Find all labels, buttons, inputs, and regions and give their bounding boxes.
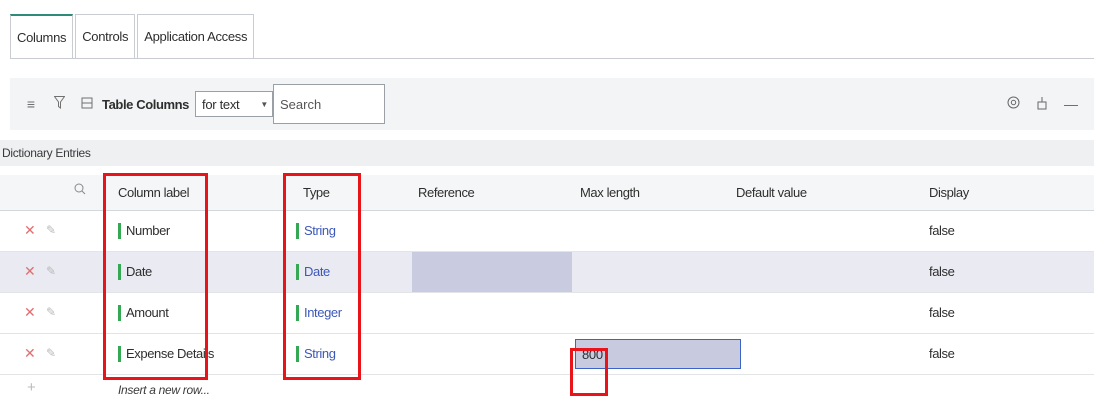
personalize-icon[interactable] xyxy=(1036,96,1048,113)
cell-type[interactable]: Date xyxy=(296,264,330,280)
cell-display[interactable]: false xyxy=(929,223,955,238)
tab-application-access[interactable]: Application Access xyxy=(137,14,255,58)
list-title: Table Columns xyxy=(102,96,190,112)
cell-type[interactable]: String xyxy=(296,346,336,362)
pencil-icon[interactable]: ✎ xyxy=(46,305,56,319)
header-max-length[interactable]: Max length xyxy=(580,185,640,200)
cell-column-label[interactable]: Amount xyxy=(118,305,169,321)
pencil-icon[interactable]: ✎ xyxy=(46,346,56,360)
search-placeholder: Search xyxy=(280,96,322,112)
tab-columns[interactable]: Columns xyxy=(10,14,74,58)
toolbar-right-actions: — xyxy=(1007,78,1094,130)
collapse-icon[interactable]: — xyxy=(1064,96,1078,112)
cell-display[interactable]: false xyxy=(929,305,955,320)
delete-icon[interactable]: ✕ xyxy=(24,222,36,239)
table-row[interactable]: ✕ ✎ Date Date false xyxy=(0,252,1094,293)
list-toolbar: ≡ Table Columns for text ▼ Search — xyxy=(10,78,1094,130)
cell-display[interactable]: false xyxy=(929,346,955,361)
filter-icon[interactable] xyxy=(52,96,66,112)
search-field-select[interactable]: for text ▼ xyxy=(195,91,274,117)
menu-icon[interactable]: ≡ xyxy=(24,96,38,112)
table-row[interactable]: ✕ ✎ Number String false xyxy=(0,211,1094,252)
pencil-icon[interactable]: ✎ xyxy=(46,223,56,237)
header-display[interactable]: Display xyxy=(929,185,969,200)
tab-controls[interactable]: Controls xyxy=(75,14,136,58)
settings-icon[interactable] xyxy=(1007,96,1020,112)
search-icon[interactable] xyxy=(74,183,86,198)
cell-column-label[interactable]: Date xyxy=(118,264,152,280)
search-input[interactable]: Search xyxy=(273,84,386,124)
cell-column-label[interactable]: Expense Details xyxy=(118,346,214,362)
search-field-select-value: for text xyxy=(202,96,240,112)
tab-divider xyxy=(10,58,1094,59)
cell-column-label[interactable]: Number xyxy=(118,223,170,239)
header-default-value[interactable]: Default value xyxy=(736,185,807,200)
section-label: Dictionary Entries xyxy=(2,146,91,160)
selected-reference-cell[interactable] xyxy=(412,252,572,292)
header-type[interactable]: Type xyxy=(303,185,330,200)
table-row[interactable]: ✕ ✎ Amount Integer false xyxy=(0,293,1094,334)
chevron-down-icon: ▼ xyxy=(260,99,269,109)
header-column-label[interactable]: Column label xyxy=(118,185,189,200)
tab-bar: Columns Controls Application Access xyxy=(10,14,256,58)
list-icon[interactable] xyxy=(80,96,94,112)
table-row[interactable]: ✕ ✎ Expense Details String 800 false xyxy=(0,334,1094,375)
table-header-row: Column label Type Reference Max length D… xyxy=(0,175,1094,211)
plus-icon[interactable]: + xyxy=(27,379,36,396)
columns-grid: Column label Type Reference Max length D… xyxy=(0,175,1094,403)
cell-display[interactable]: false xyxy=(929,264,955,279)
cell-type[interactable]: Integer xyxy=(296,305,342,321)
insert-row[interactable]: + Insert a new row... xyxy=(0,375,1094,403)
delete-icon[interactable]: ✕ xyxy=(24,263,36,280)
pencil-icon[interactable]: ✎ xyxy=(46,264,56,278)
delete-icon[interactable]: ✕ xyxy=(24,345,36,362)
section-header: Dictionary Entries xyxy=(0,140,1094,166)
insert-row-label[interactable]: Insert a new row... xyxy=(118,383,210,397)
delete-icon[interactable]: ✕ xyxy=(24,304,36,321)
cell-type[interactable]: String xyxy=(296,223,336,239)
max-length-input[interactable]: 800 xyxy=(575,339,741,369)
header-reference[interactable]: Reference xyxy=(418,185,475,200)
